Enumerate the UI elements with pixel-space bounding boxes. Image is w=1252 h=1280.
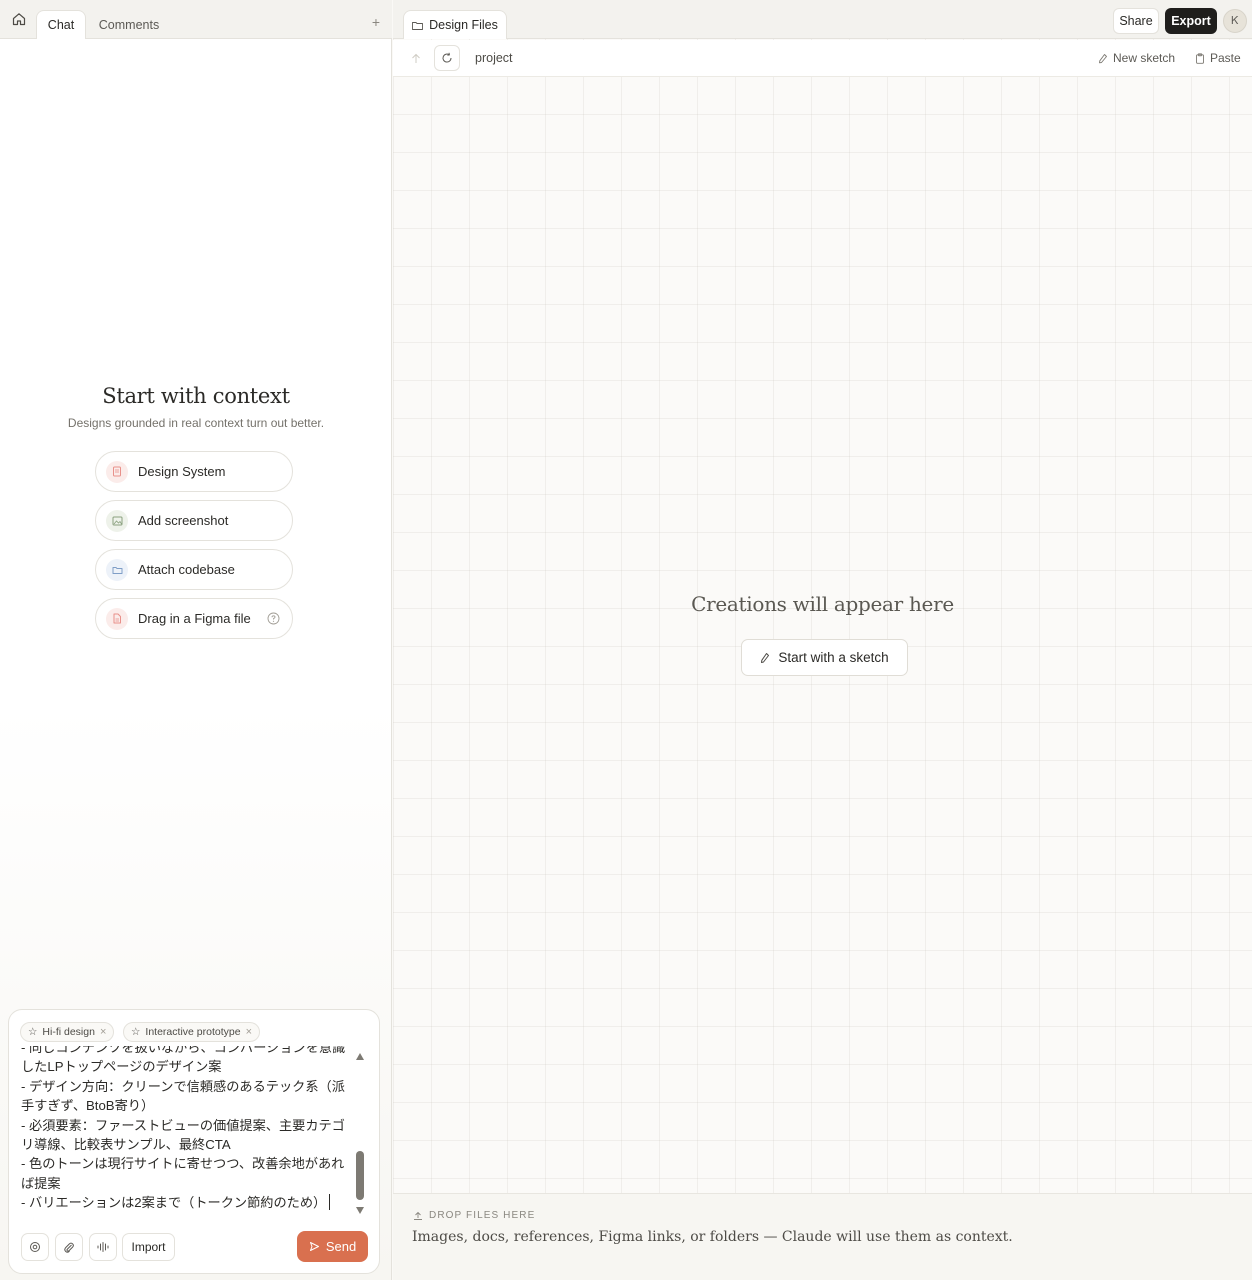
pencil-icon <box>1099 53 1107 63</box>
message-line: - 色のトーンは現行サイトに寄せつつ、改善余地があれば提案 <box>21 1156 345 1191</box>
scroll-up-arrow[interactable] <box>356 1053 364 1060</box>
tab-comments[interactable]: Comments <box>92 10 166 39</box>
chat-panel: Chat Comments + Start with context Desig… <box>0 0 392 1280</box>
message-input[interactable]: - 同じコンテンツを扱いながら、コンバージョンを意識したLPトップページのデザイ… <box>21 1046 351 1222</box>
chip-hi-fi-design[interactable]: ☆ Hi-fi design × <box>20 1022 115 1042</box>
right-tab-bar: Design Files Share Export Ꮶ <box>393 0 1252 39</box>
left-tab-bar: Chat Comments + <box>0 0 392 39</box>
remove-chip-icon[interactable]: × <box>246 1026 252 1038</box>
send-button[interactable]: Send <box>297 1231 368 1262</box>
add-tab-button[interactable]: + <box>368 14 384 30</box>
export-button[interactable]: Export <box>1165 8 1217 34</box>
arrow-up-icon[interactable] <box>405 47 427 69</box>
start-sketch-button[interactable]: Start with a sketch <box>741 639 908 676</box>
remove-chip-icon[interactable]: × <box>100 1026 106 1038</box>
drop-label: DROP FILES HERE <box>413 1210 535 1221</box>
folder-icon <box>412 21 424 30</box>
target-icon <box>30 1242 40 1252</box>
avatar[interactable]: Ꮶ <box>1223 9 1247 33</box>
context-subtitle: Designs grounded in real context turn ou… <box>67 416 325 430</box>
scrollbar-thumb[interactable] <box>356 1151 364 1200</box>
start-sketch-label: Start with a sketch <box>778 650 889 665</box>
breadcrumb[interactable]: project <box>475 51 513 65</box>
attach-codebase-label: Attach codebase <box>138 562 235 577</box>
add-screenshot-button[interactable]: Add screenshot <box>95 500 293 541</box>
design-system-label: Design System <box>138 464 226 479</box>
help-icon[interactable] <box>267 612 280 625</box>
context-title: Start with context <box>102 384 290 408</box>
drop-zone[interactable]: DROP FILES HERE Images, docs, references… <box>393 1193 1252 1280</box>
clipboard-icon <box>1196 52 1204 64</box>
folder-icon <box>106 558 128 581</box>
tab-design-files-label: Design Files <box>429 18 498 32</box>
design-system-button[interactable]: Design System <box>95 451 293 492</box>
figma-file-icon <box>106 607 128 630</box>
attach-button[interactable] <box>55 1233 83 1261</box>
tab-chat[interactable]: Chat <box>36 10 86 39</box>
drop-label-text: DROP FILES HERE <box>429 1210 536 1221</box>
new-sketch-button[interactable]: New sketch <box>1098 51 1175 65</box>
waveform-icon <box>97 1242 109 1252</box>
drop-description: Images, docs, references, Figma links, o… <box>412 1229 1013 1245</box>
add-screenshot-label: Add screenshot <box>138 513 229 528</box>
file-toolbar: project New sketch Paste <box>393 40 1252 77</box>
paperclip-icon <box>64 1242 74 1253</box>
home-icon[interactable] <box>9 9 29 29</box>
message-line: - デザイン方向：クリーンで信頼感のあるテック系（派手すぎず、BtoB寄り） <box>21 1078 345 1114</box>
new-sketch-label: New sketch <box>1113 51 1176 65</box>
send-icon <box>309 1242 319 1251</box>
composer: ☆ Hi-fi design × ☆ Interactive prototype… <box>8 1009 380 1274</box>
settings-button[interactable] <box>21 1233 49 1261</box>
paste-button[interactable]: Paste <box>1195 51 1241 65</box>
paste-label: Paste <box>1210 51 1241 65</box>
star-icon: ☆ <box>131 1026 141 1038</box>
figma-file-button[interactable]: Drag in a Figma file <box>95 598 293 639</box>
message-line: - 同じコンテンツを扱いながら、コンバージョンを意識したLPトップページのデザイ… <box>21 1046 346 1075</box>
chip-label: Interactive prototype <box>145 1026 241 1038</box>
context-section: Start with context Designs grounded in r… <box>0 384 392 430</box>
chip-label: Hi-fi design <box>42 1026 95 1038</box>
tab-design-files[interactable]: Design Files <box>403 10 507 39</box>
send-label: Send <box>325 1239 357 1254</box>
empty-state-title: Creations will appear here <box>691 592 954 616</box>
refresh-button[interactable] <box>434 45 460 71</box>
refresh-icon <box>442 52 452 63</box>
attach-codebase-button[interactable]: Attach codebase <box>95 549 293 590</box>
chip-interactive-prototype[interactable]: ☆ Interactive prototype × <box>123 1022 260 1042</box>
import-button[interactable]: Import <box>122 1233 175 1261</box>
image-icon <box>106 509 128 532</box>
design-panel: Design Files Share Export Ꮶ project New … <box>393 0 1252 1280</box>
book-icon <box>106 460 128 483</box>
pencil-icon <box>761 652 770 663</box>
message-line: - バリエーションは2案まで（トークン節約のため） <box>21 1193 351 1212</box>
scroll-down-arrow[interactable] <box>356 1207 364 1214</box>
figma-file-label: Drag in a Figma file <box>138 611 251 626</box>
share-button[interactable]: Share <box>1113 8 1159 34</box>
voice-button[interactable] <box>89 1233 117 1261</box>
upload-icon <box>414 1211 422 1220</box>
message-line: - 必須要素：ファーストビューの価値提案、主要カテゴリ導線、比較表サンプル、最終… <box>21 1117 345 1153</box>
star-icon: ☆ <box>28 1026 38 1038</box>
text-caret <box>329 1194 331 1211</box>
